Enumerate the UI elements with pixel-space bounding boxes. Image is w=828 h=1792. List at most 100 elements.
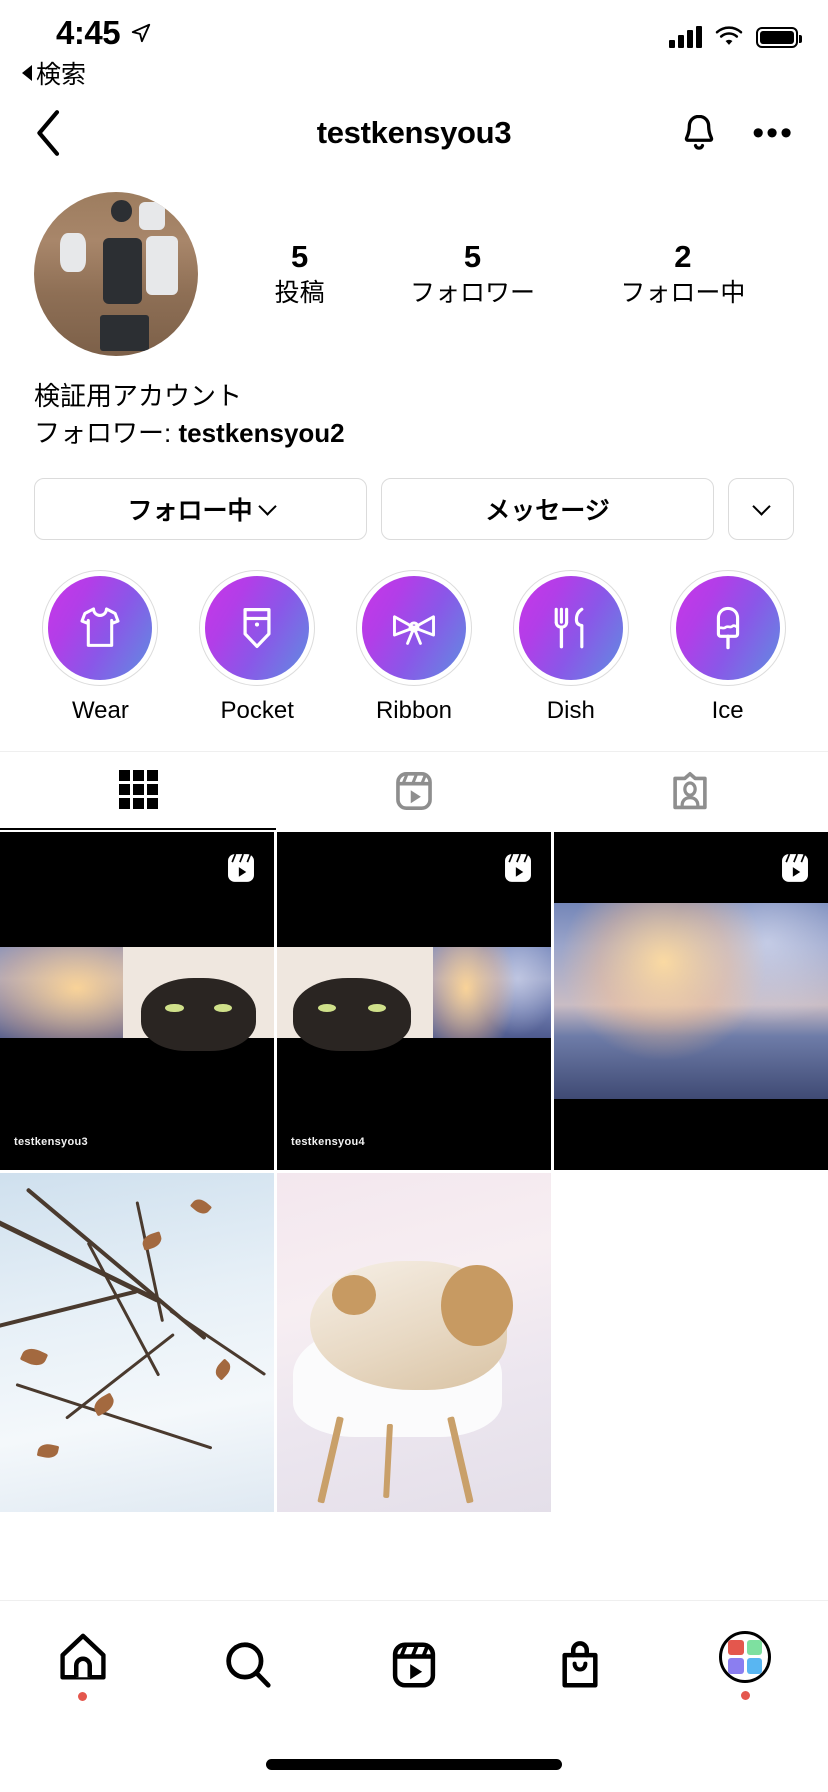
reels-icon — [396, 771, 432, 810]
bottom-navigation — [0, 1600, 828, 1792]
search-tab[interactable] — [166, 1601, 332, 1729]
back-to-app-link[interactable]: 検索 — [22, 55, 86, 91]
post-tile[interactable]: testkensyou3 — [0, 831, 274, 1171]
reels-icon — [782, 853, 808, 882]
reels-tab[interactable] — [331, 1601, 497, 1729]
cat-photo — [123, 946, 274, 1051]
back-to-app-label: 検索 — [36, 61, 87, 89]
stat-posts-label: 投稿 — [274, 279, 325, 308]
highlight-cover — [205, 575, 310, 680]
search-icon — [226, 1642, 272, 1688]
following-button[interactable]: フォロー中 — [34, 477, 367, 540]
cat-photo — [277, 946, 434, 1051]
highlight-wear[interactable]: Wear — [22, 569, 179, 725]
ribbon-icon — [393, 615, 435, 645]
highlight-ice[interactable]: Ice — [649, 569, 806, 725]
stat-following-value: 2 — [674, 239, 692, 275]
profile-tabs — [0, 750, 828, 830]
avatar-photo — [34, 192, 198, 356]
chevron-down-icon — [751, 497, 771, 516]
highlight-ring — [199, 569, 316, 686]
bell-icon[interactable] — [680, 112, 718, 154]
shop-tab[interactable] — [497, 1601, 663, 1729]
highlight-cover — [675, 575, 780, 680]
cutlery-icon — [554, 607, 584, 649]
highlight-label: Ribbon — [375, 696, 453, 724]
home-badge — [78, 1691, 88, 1701]
home-indicator — [266, 1759, 562, 1770]
reels-tab[interactable] — [276, 752, 552, 830]
chevron-down-icon — [257, 497, 277, 516]
status-time: 4:45 — [56, 14, 121, 51]
grid-tab[interactable] — [0, 752, 276, 830]
highlight-label: Ice — [711, 696, 744, 724]
triangle-left-icon — [22, 65, 32, 81]
chevron-left-icon[interactable] — [34, 109, 64, 157]
stat-followers-label: フォロワー — [409, 279, 535, 308]
stat-following-label: フォロー中 — [620, 279, 746, 308]
highlight-ring — [512, 569, 629, 686]
wifi-icon — [715, 26, 743, 45]
tagged-icon — [673, 771, 707, 810]
profile-stats: 5 投稿 5 フォロワー 2 フォロー中 — [198, 238, 794, 309]
highlight-label: Dish — [546, 696, 595, 724]
grid-icon — [118, 770, 158, 810]
status-bar: 4:45 検索 — [0, 0, 828, 92]
highlight-ring — [669, 569, 786, 686]
stat-posts-value: 5 — [291, 239, 309, 275]
highlight-label: Wear — [71, 696, 129, 724]
post-media — [554, 902, 828, 1100]
status-indicators — [669, 26, 802, 48]
highlight-pocket[interactable]: Pocket — [179, 569, 336, 725]
profile-avatar-icon — [719, 1630, 772, 1683]
stat-followers[interactable]: 5 フォロワー — [410, 238, 535, 309]
suggestions-button[interactable] — [728, 477, 794, 540]
battery-icon — [756, 26, 802, 48]
message-button[interactable]: メッセージ — [381, 477, 714, 540]
message-button-label: メッセージ — [485, 496, 610, 525]
profile-actions: フォロー中 メッセージ — [0, 452, 828, 540]
post-media — [277, 1173, 551, 1512]
bio-follower-prefix: フォロワー: — [34, 417, 179, 448]
profile-bio: 検証用アカウント フォロワー: testkensyou2 — [0, 356, 828, 452]
stat-followers-value: 5 — [463, 239, 482, 275]
highlight-ring — [42, 569, 159, 686]
avatar[interactable] — [34, 192, 198, 356]
post-tile[interactable] — [0, 1173, 274, 1512]
shopping-bag-icon — [562, 1641, 598, 1688]
reels-icon — [228, 853, 254, 882]
reels-icon — [505, 853, 531, 882]
bio-display-name: 検証用アカウント — [34, 381, 243, 411]
following-button-label: フォロー中 — [127, 496, 253, 525]
post-media — [0, 1173, 274, 1512]
highlight-ribbon[interactable]: Ribbon — [336, 569, 493, 725]
post-tile[interactable] — [554, 831, 828, 1171]
profile-header-bar: testkensyou3 ••• — [0, 92, 828, 174]
pocket-icon — [243, 607, 271, 648]
home-icon — [56, 1630, 110, 1684]
cellular-signal-icon — [669, 26, 702, 48]
post-watermark: testkensyou3 — [14, 1136, 88, 1149]
reels-icon — [392, 1642, 436, 1688]
location-arrow-icon — [131, 23, 151, 43]
profile-tab[interactable] — [662, 1601, 828, 1729]
post-media — [433, 946, 551, 1039]
highlight-cover — [518, 575, 623, 680]
highlight-cover — [361, 575, 466, 680]
post-watermark: testkensyou4 — [291, 1136, 365, 1149]
tshirt-icon — [80, 607, 120, 647]
tagged-tab[interactable] — [552, 752, 828, 830]
stat-posts[interactable]: 5 投稿 — [275, 238, 325, 309]
stat-following[interactable]: 2 フォロー中 — [620, 238, 745, 309]
highlight-dish[interactable]: Dish — [492, 569, 649, 725]
highlight-label: Pocket — [220, 696, 294, 724]
highlight-cover — [48, 575, 153, 680]
more-options-icon[interactable]: ••• — [752, 116, 794, 150]
bio-follower-line: フォロワー: testkensyou2 — [34, 415, 794, 452]
profile-summary: 5 投稿 5 フォロワー 2 フォロー中 — [0, 174, 828, 356]
home-tab[interactable] — [0, 1601, 166, 1729]
post-tile[interactable]: testkensyou4 — [277, 831, 551, 1171]
popsicle-icon — [716, 606, 739, 650]
post-tile[interactable] — [277, 1173, 551, 1512]
highlight-ring — [355, 569, 472, 686]
